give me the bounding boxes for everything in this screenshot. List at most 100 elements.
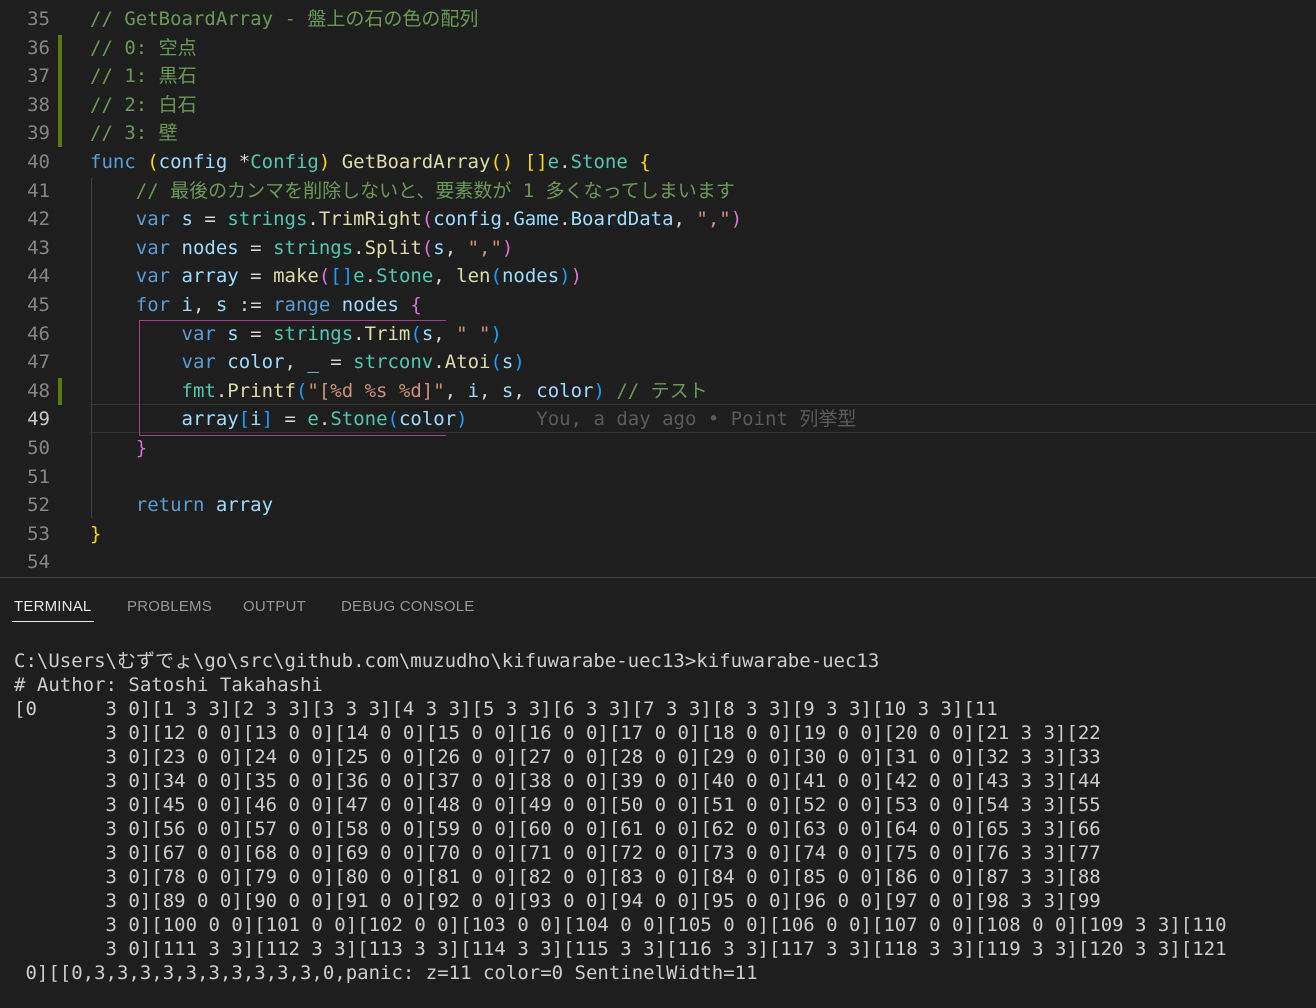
- code-token: i: [181, 294, 193, 316]
- code-token: var: [135, 265, 182, 288]
- code-line[interactable]: 37 // 1: 黒石: [0, 62, 1316, 91]
- tab-debug-console[interactable]: DEBUG CONSOLE: [341, 598, 474, 615]
- code-line[interactable]: 38 // 2: 白石: [0, 91, 1316, 120]
- code-token: config: [158, 151, 239, 173]
- line-number: 42: [27, 208, 50, 231]
- code-token: (: [147, 151, 159, 173]
- line-number: 43: [27, 236, 50, 259]
- code-token: (: [295, 379, 308, 402]
- code-line[interactable]: 46 var s = strings.Trim(s, " "): [0, 320, 1316, 349]
- code-token: =: [250, 322, 274, 345]
- code-token: ,: [513, 379, 537, 402]
- code-token: ,: [284, 351, 308, 374]
- code-token: Stone: [376, 265, 434, 288]
- code-line[interactable]: 47 var color, _ = strconv.Atoi(s): [0, 348, 1316, 377]
- code-token: _: [307, 351, 331, 374]
- code-token: e: [307, 408, 319, 431]
- line-number: 53: [27, 522, 50, 545]
- code-line[interactable]: 42 var s = strings.TrimRight(config.Game…: [0, 205, 1316, 234]
- code-line[interactable]: 44 var array = make([]e.Stone, len(nodes…: [0, 262, 1316, 291]
- code-token: *: [238, 151, 251, 173]
- code-editor[interactable]: 35 // GetBoardArray - 盤上の石の色の配列 36 // 0: 空点…: [0, 0, 1316, 577]
- code-token: Stone: [330, 408, 388, 431]
- line-number: 50: [27, 437, 50, 459]
- code-token: ): [730, 208, 743, 231]
- code-line[interactable]: 39 // 3: 壁: [0, 119, 1316, 148]
- code-token: var: [135, 208, 182, 231]
- code-token: color: [227, 351, 285, 374]
- code-token: color: [536, 379, 594, 402]
- code-token: ,: [192, 294, 216, 316]
- code-line[interactable]: 40 func (config *Config) GetBoardArray() …: [0, 148, 1316, 177]
- terminal-line: [0 3 0][1 3 3][2 3 3][3 3 3][4 3 3][5 3 …: [14, 698, 998, 720]
- code-token: .: [215, 379, 228, 402]
- line-code: }: [90, 434, 147, 463]
- terminal-line: C:\Users\むずでょ\go\src\github.com\muzudho\…: [14, 650, 880, 672]
- line-number: 35: [27, 8, 50, 30]
- code-token: s: [421, 322, 434, 345]
- code-token: (: [387, 408, 399, 431]
- code-token: return: [135, 494, 216, 517]
- line-number: 54: [27, 551, 50, 574]
- code-token: []: [330, 265, 354, 288]
- code-token: i: [250, 408, 262, 431]
- code-token: .: [559, 208, 571, 231]
- code-token: ): [570, 265, 583, 288]
- code-line[interactable]: 35 // GetBoardArray - 盤上の石の色の配列: [0, 5, 1316, 34]
- code-token: // 0: 空点: [90, 36, 197, 59]
- code-line[interactable]: 45 for i, s := range nodes {: [0, 291, 1316, 320]
- code-token: {: [410, 294, 422, 316]
- terminal-line: 3 0][34 0 0][35 0 0][36 0 0][37 0 0][38 …: [14, 770, 1101, 792]
- code-token: Atoi: [444, 351, 491, 374]
- bottom-panel: TERMINAL PROBLEMS OUTPUT DEBUG CONSOLE C…: [0, 577, 1316, 1008]
- code-token: // 3: 壁: [90, 122, 178, 145]
- tab-output[interactable]: OUTPUT: [243, 598, 306, 615]
- line-code: array[i] = e.Stone(color) You, a day ago…: [90, 405, 857, 434]
- code-token: :=: [238, 294, 274, 316]
- line-code: }: [90, 520, 101, 549]
- line-code: var array = make([]e.Stone, len(nodes)): [90, 262, 582, 291]
- terminal-line: 3 0][67 0 0][68 0 0][69 0 0][70 0 0][71 …: [14, 842, 1101, 864]
- code-token: .: [307, 208, 319, 231]
- code-line[interactable]: 41 // 最後のカンマを削除しないと、要素数が 1 多くなってしまいます: [0, 177, 1316, 206]
- code-token: .: [433, 351, 445, 374]
- code-token: s: [215, 294, 239, 316]
- code-token: var: [181, 351, 228, 374]
- code-token: TrimRight: [318, 208, 422, 231]
- code-token: array: [181, 265, 251, 288]
- code-line[interactable]: 54: [0, 548, 1316, 577]
- code-token: strconv: [353, 351, 434, 374]
- line-number: 44: [27, 265, 50, 288]
- code-token: .: [353, 322, 365, 345]
- code-line[interactable]: 53}: [0, 520, 1316, 549]
- code-token: ",": [467, 236, 502, 259]
- terminal-output[interactable]: C:\Users\むずでょ\go\src\github.com\muzudho\…: [14, 649, 1227, 985]
- terminal-line: 0][[0,3,3,3,3,3,3,3,3,3,3,0,panic: z=11 …: [14, 962, 758, 984]
- code-line[interactable]: 43 var nodes = strings.Split(s, ","): [0, 234, 1316, 263]
- code-token: var: [135, 236, 182, 259]
- tab-terminal[interactable]: TERMINAL: [14, 598, 91, 615]
- code-token: (: [490, 265, 502, 288]
- code-line[interactable]: 50 }: [0, 434, 1316, 463]
- terminal-line: 3 0][45 0 0][46 0 0][47 0 0][48 0 0][49 …: [14, 794, 1101, 816]
- code-token: ,: [479, 379, 502, 402]
- code-line[interactable]: 51: [0, 463, 1316, 492]
- code-token: {: [639, 151, 651, 173]
- tab-problems[interactable]: PROBLEMS: [127, 598, 212, 615]
- code-token: nodes: [501, 265, 560, 288]
- code-line[interactable]: 48 fmt.Printf("[%d %s %d]", i, s, color)…: [0, 377, 1316, 406]
- code-token: ,: [433, 265, 457, 288]
- code-line[interactable]: 36 // 0: 空点: [0, 34, 1316, 63]
- code-token: fmt: [181, 379, 216, 402]
- terminal-line: 3 0][111 3 3][112 3 3][113 3 3][114 3 3]…: [14, 938, 1227, 960]
- code-token: Trim: [364, 322, 411, 345]
- line-code: // 2: 白石: [90, 91, 197, 120]
- code-token: Split: [364, 236, 422, 259]
- code-token: // 最後のカンマを削除しないと、要素数が 1 多くなってしまいます: [135, 179, 735, 202]
- code-line[interactable]: 52 return array: [0, 491, 1316, 520]
- code-line[interactable]: 49 array[i] = e.Stone(color) You, a day …: [0, 405, 1316, 434]
